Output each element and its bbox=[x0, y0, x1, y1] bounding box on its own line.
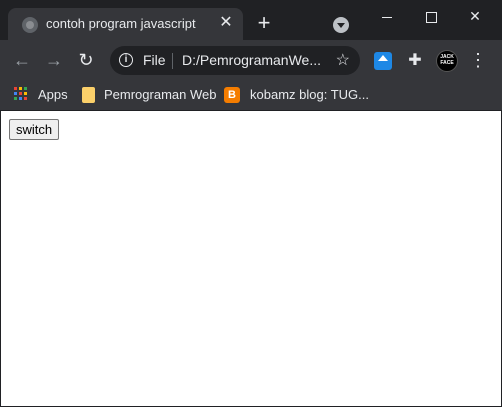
back-button[interactable]: ← bbox=[10, 48, 34, 72]
new-tab-button[interactable]: + bbox=[252, 12, 276, 36]
globe-icon bbox=[22, 17, 38, 33]
reload-button[interactable]: ↻ bbox=[74, 48, 98, 72]
menu-kebab-icon[interactable]: ⋮ bbox=[468, 48, 488, 72]
bookmark-star-icon[interactable]: ☆ bbox=[336, 50, 350, 70]
avatar[interactable]: JACK FACE bbox=[436, 50, 458, 72]
extensions-puzzle-icon[interactable]: ✚ bbox=[406, 52, 424, 70]
switch-button[interactable]: switch bbox=[9, 119, 60, 140]
url-scheme: File bbox=[143, 52, 166, 68]
address-bar[interactable]: i File D:/PemrogramanWe... ☆ bbox=[110, 46, 360, 75]
maximize-icon bbox=[425, 11, 437, 23]
apps-grid-icon bbox=[14, 87, 28, 101]
avatar-text: JACK FACE bbox=[440, 54, 454, 66]
close-window-button[interactable]: ✕ bbox=[453, 0, 497, 32]
browser-window: contoh program javascript ✕ + ✕ ← → ↻ i … bbox=[0, 0, 502, 407]
url-text[interactable]: D:/PemrogramanWe... bbox=[182, 52, 321, 68]
blogger-icon: B bbox=[224, 87, 240, 103]
bookmark-label: Pemrograman Web bbox=[104, 87, 217, 102]
info-icon[interactable]: i bbox=[119, 53, 133, 67]
page-content: switch bbox=[1, 111, 501, 406]
divider bbox=[172, 53, 173, 69]
forward-button[interactable]: → bbox=[42, 48, 66, 72]
tab-close-icon[interactable]: ✕ bbox=[217, 14, 235, 32]
bookmarks-bar: Apps Pemrograman Web B kobamz blog: TUG.… bbox=[0, 80, 502, 110]
maximize-button[interactable] bbox=[409, 0, 453, 32]
bookmark-label: kobamz blog: TUG... bbox=[250, 87, 369, 102]
home-extension-icon[interactable] bbox=[374, 52, 392, 70]
folder-icon bbox=[82, 87, 95, 103]
toolbar: ← → ↻ i File D:/PemrogramanWe... ☆ ✚ JAC… bbox=[0, 40, 502, 80]
bookmark-label: Apps bbox=[38, 87, 68, 102]
minimize-button[interactable] bbox=[365, 0, 409, 32]
minimize-icon bbox=[382, 16, 392, 18]
tab-active[interactable]: contoh program javascript ✕ bbox=[8, 8, 243, 40]
tab-title: contoh program javascript bbox=[46, 16, 196, 31]
tab-strip: contoh program javascript ✕ + ✕ bbox=[0, 0, 502, 40]
tab-search-icon[interactable] bbox=[333, 17, 349, 33]
